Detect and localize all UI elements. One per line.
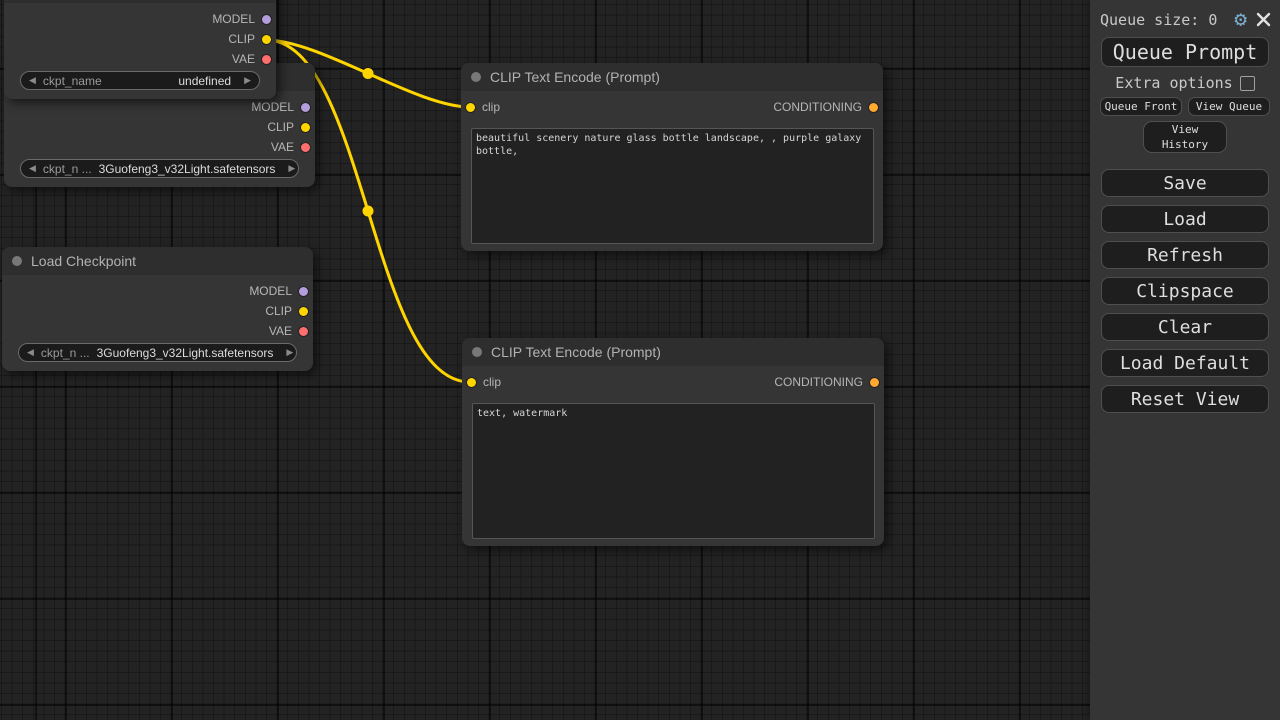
ckpt-name-widget[interactable]: ◀ ckpt_name undefined ▶ — [20, 71, 260, 90]
load-default-button[interactable]: Load Default — [1101, 349, 1269, 377]
vae-output-dot[interactable] — [299, 327, 308, 336]
vae-output-label: VAE — [232, 52, 255, 66]
clip-input-slot: clip — [467, 375, 501, 389]
conditioning-output-slot: CONDITIONING — [773, 100, 878, 114]
ckpt-name-widget[interactable]: ◀ ckpt_n ... 3Guofeng3_v32Light.safetens… — [20, 159, 299, 178]
widget-left-arrow-icon[interactable]: ◀ — [29, 164, 36, 173]
widget-label: ckpt_n ... — [41, 346, 90, 360]
save-button[interactable]: Save — [1101, 169, 1269, 197]
clip-output-label: CLIP — [267, 120, 294, 134]
collapse-dot-icon[interactable] — [471, 72, 481, 82]
positive-prompt-textarea[interactable]: beautiful scenery nature glass bottle la… — [471, 128, 874, 244]
conditioning-output-dot[interactable] — [869, 103, 878, 112]
widget-right-arrow-icon[interactable]: ▶ — [288, 164, 295, 173]
clip-input-slot: clip — [466, 100, 500, 114]
model-output-label: MODEL — [212, 12, 255, 26]
ckpt-name-widget[interactable]: ◀ ckpt_n ... 3Guofeng3_v32Light.safetens… — [18, 343, 297, 362]
node-title-bar[interactable]: Load Checkpoint — [2, 247, 313, 275]
widget-left-arrow-icon[interactable]: ◀ — [29, 76, 36, 85]
model-output-slot: MODEL — [4, 9, 276, 29]
conditioning-output-label: CONDITIONING — [773, 100, 862, 114]
close-icon[interactable] — [1256, 12, 1271, 27]
model-output-dot[interactable] — [262, 15, 271, 24]
model-output-label: MODEL — [251, 100, 294, 114]
vae-output-label: VAE — [269, 324, 292, 338]
widget-value: undefined — [178, 74, 231, 88]
widget-label: ckpt_n ... — [43, 162, 92, 176]
clip-output-slot: CLIP — [2, 301, 313, 321]
vae-output-dot[interactable] — [301, 143, 310, 152]
queue-front-button[interactable]: Queue Front — [1100, 97, 1182, 116]
menu-header: Queue size: 0 ⚙ — [1090, 0, 1280, 32]
load-checkpoint-node[interactable]: Load Checkpoint MODEL CLIP VAE ◀ ckpt_n … — [2, 247, 313, 371]
clip-input-dot[interactable] — [466, 103, 475, 112]
model-output-slot: MODEL — [2, 281, 313, 301]
vae-output-dot[interactable] — [262, 55, 271, 64]
clip-output-dot[interactable] — [262, 35, 271, 44]
link-midpoint-dot — [363, 68, 374, 79]
clip-output-slot: CLIP — [4, 117, 315, 137]
collapse-dot-icon[interactable] — [472, 347, 482, 357]
reset-view-button[interactable]: Reset View — [1101, 385, 1269, 413]
node-title-bar[interactable]: CLIP Text Encode (Prompt) — [462, 338, 884, 366]
comfy-menu-panel: Queue size: 0 ⚙ Queue Prompt Extra optio… — [1090, 0, 1280, 720]
conditioning-output-dot[interactable] — [870, 378, 879, 387]
widget-value: 3Guofeng3_v32Light.safetensors — [99, 162, 276, 176]
clear-button[interactable]: Clear — [1101, 313, 1269, 341]
vae-output-slot: VAE — [2, 321, 313, 341]
conditioning-output-label: CONDITIONING — [774, 375, 863, 389]
clip-output-slot: CLIP — [4, 29, 276, 49]
widget-right-arrow-icon[interactable]: ▶ — [244, 76, 251, 85]
extra-options-row: Extra options — [1090, 71, 1280, 95]
widget-value: 3Guofeng3_v32Light.safetensors — [97, 346, 274, 360]
extra-options-checkbox[interactable] — [1240, 76, 1255, 91]
node-title: CLIP Text Encode (Prompt) — [490, 69, 660, 85]
checkpoint-loader-node-top[interactable]: MODEL CLIP VAE ◀ ckpt_name undefined ▶ — [4, 0, 276, 99]
view-queue-button[interactable]: View Queue — [1188, 97, 1270, 116]
queue-size-label: Queue size: 0 — [1100, 11, 1217, 29]
clip-input-label: clip — [483, 375, 501, 389]
node-title-bar[interactable] — [4, 0, 276, 3]
clipspace-button[interactable]: Clipspace — [1101, 277, 1269, 305]
clip-input-label: clip — [482, 100, 500, 114]
model-output-dot[interactable] — [299, 287, 308, 296]
widget-right-arrow-icon[interactable]: ▶ — [286, 348, 293, 357]
model-output-label: MODEL — [249, 284, 292, 298]
queue-prompt-button[interactable]: Queue Prompt — [1101, 37, 1269, 67]
widget-left-arrow-icon[interactable]: ◀ — [27, 348, 34, 357]
node-title: CLIP Text Encode (Prompt) — [491, 344, 661, 360]
link-midpoint-dot — [363, 206, 374, 217]
load-button[interactable]: Load — [1101, 205, 1269, 233]
node-title: Load Checkpoint — [31, 253, 136, 269]
clip-output-dot[interactable] — [299, 307, 308, 316]
clip-output-label: CLIP — [265, 304, 292, 318]
negative-prompt-textarea[interactable]: text, watermark — [472, 403, 875, 539]
widget-label: ckpt_name — [43, 74, 102, 88]
model-output-dot[interactable] — [301, 103, 310, 112]
vae-output-slot: VAE — [4, 49, 276, 69]
conditioning-output-slot: CONDITIONING — [774, 375, 879, 389]
model-output-slot: MODEL — [4, 97, 315, 117]
clip-text-encode-positive-node[interactable]: CLIP Text Encode (Prompt) clip CONDITION… — [461, 63, 883, 251]
clip-output-dot[interactable] — [301, 123, 310, 132]
clip-output-label: CLIP — [228, 32, 255, 46]
collapse-dot-icon[interactable] — [12, 256, 22, 266]
vae-output-slot: VAE — [4, 137, 315, 157]
node-graph-canvas[interactable]: MODEL CLIP VAE ◀ ckpt_n ... 3Guofeng3_v3… — [0, 0, 1090, 720]
refresh-button[interactable]: Refresh — [1101, 241, 1269, 269]
view-history-button[interactable]: View History — [1143, 121, 1227, 153]
extra-options-label: Extra options — [1115, 74, 1232, 92]
vae-output-label: VAE — [271, 140, 294, 154]
node-title-bar[interactable]: CLIP Text Encode (Prompt) — [461, 63, 883, 91]
clip-input-dot[interactable] — [467, 378, 476, 387]
clip-text-encode-negative-node[interactable]: CLIP Text Encode (Prompt) clip CONDITION… — [462, 338, 884, 546]
settings-gear-icon[interactable]: ⚙ — [1234, 9, 1247, 30]
